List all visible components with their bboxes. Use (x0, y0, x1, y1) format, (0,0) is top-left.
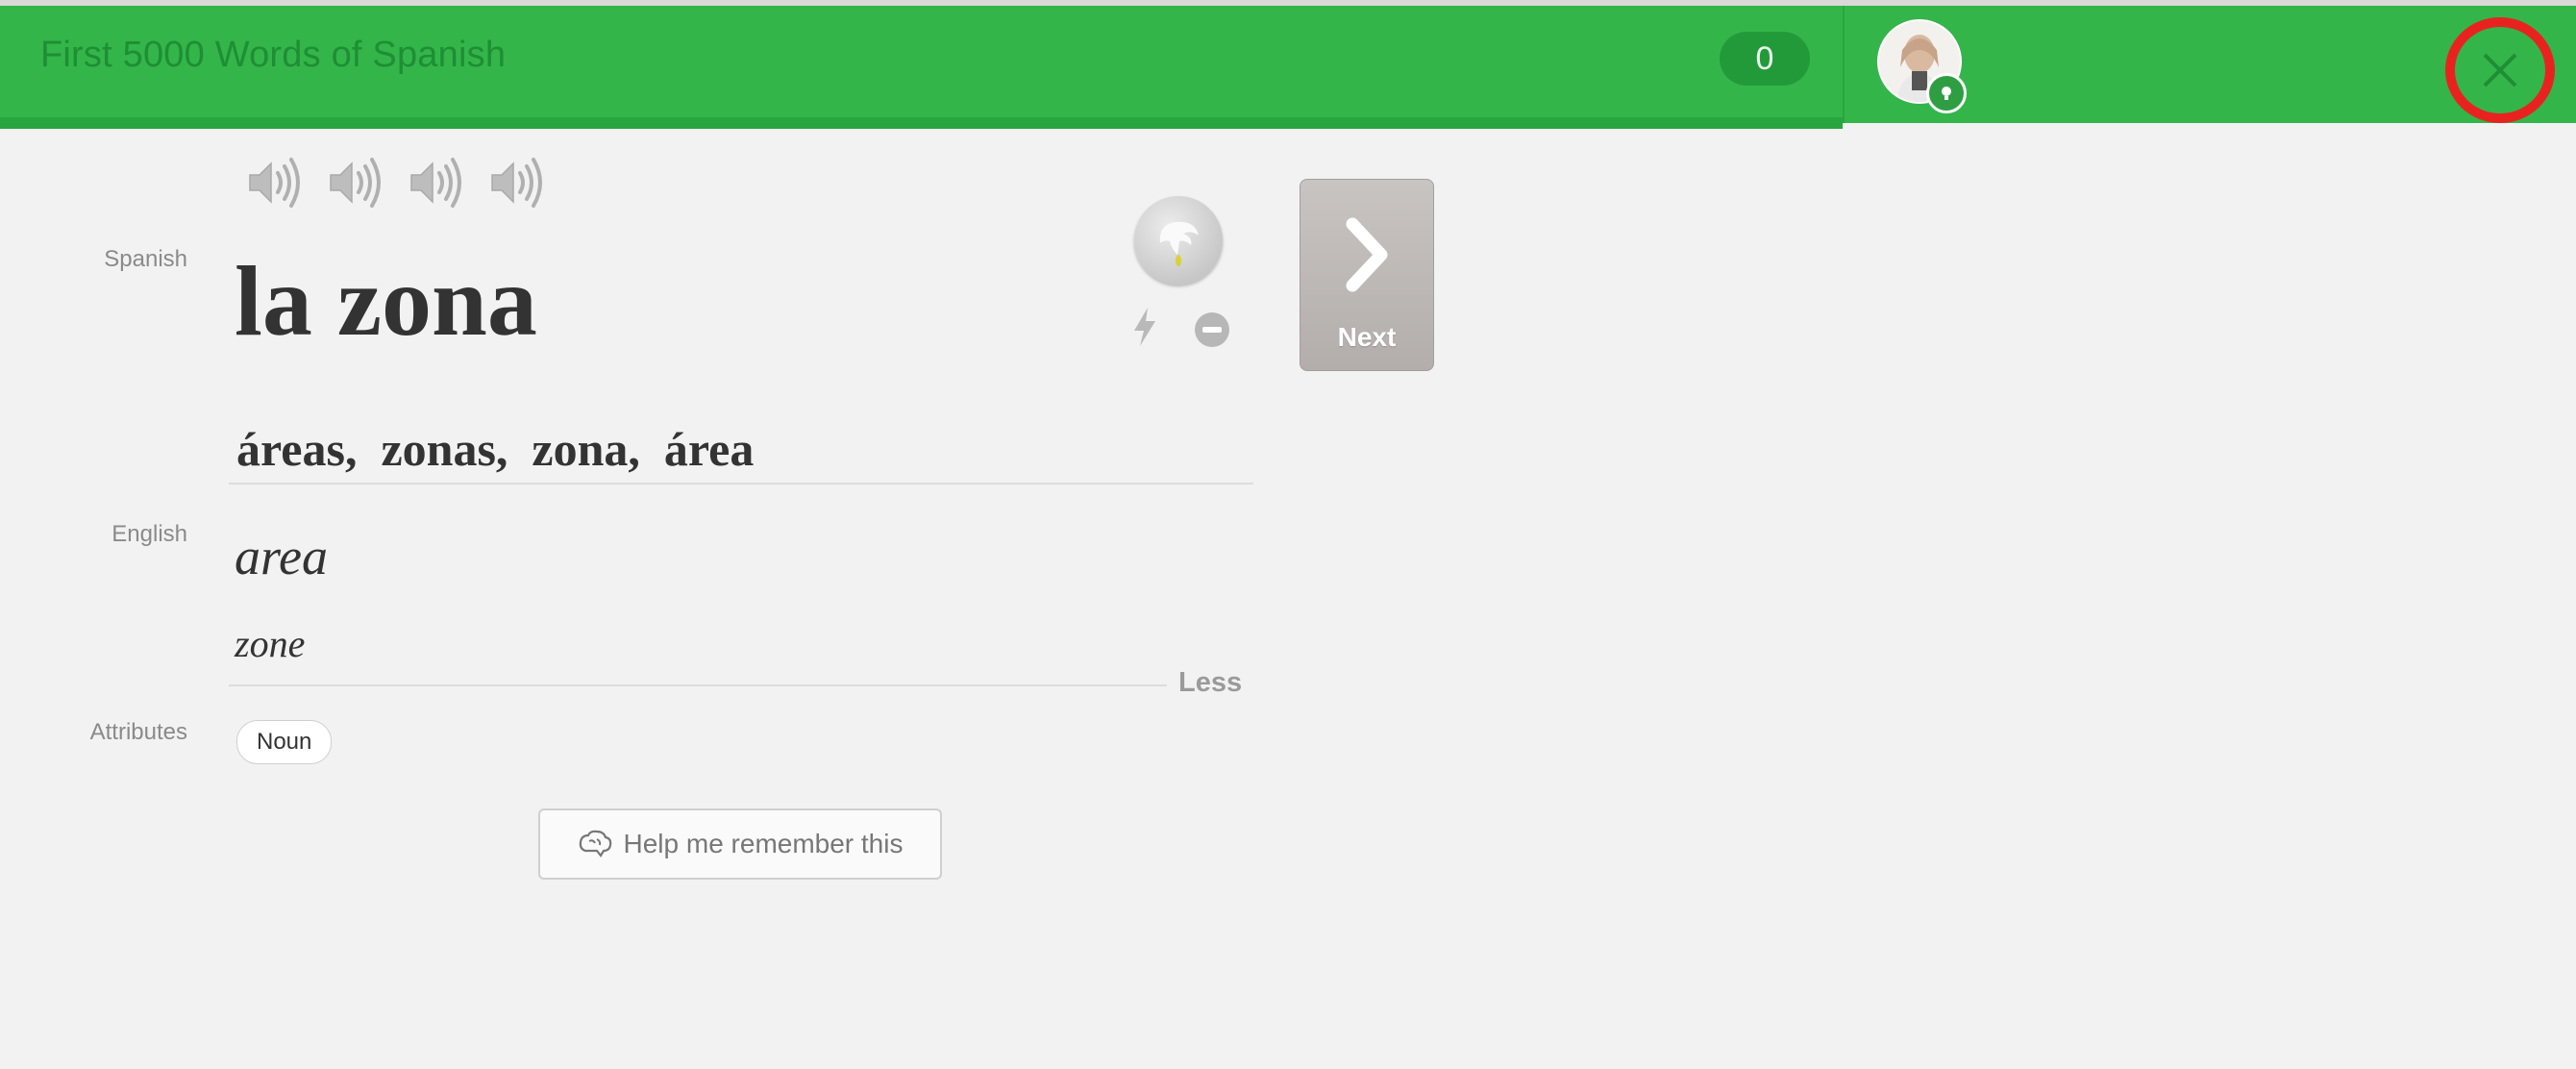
close-button[interactable] (2445, 17, 2555, 123)
audio-buttons (246, 156, 544, 210)
spanish-label: Spanish (104, 246, 187, 272)
english-primary: area (235, 528, 328, 585)
mem-icon (1159, 221, 1199, 266)
next-label: Next (1337, 322, 1397, 352)
less-link[interactable]: Less (1178, 667, 1242, 699)
attribute-tag: Noun (236, 720, 333, 764)
close-icon (2483, 53, 2517, 87)
english-label: English (111, 521, 187, 547)
speaker-icon[interactable] (246, 156, 302, 210)
speaker-icon[interactable] (488, 156, 544, 210)
speaker-icon[interactable] (327, 156, 383, 210)
english-secondary: zone (235, 622, 306, 665)
mem-button[interactable] (1134, 196, 1223, 285)
header-divider (1843, 6, 1845, 123)
course-title[interactable]: First 5000 Words of Spanish (40, 35, 506, 76)
alternative-answers: áreas, zonas, zona, área (236, 422, 755, 476)
brain-icon (579, 830, 611, 858)
next-button[interactable]: Next (1300, 179, 1434, 371)
attributes-label: Attributes (89, 719, 187, 745)
divider (229, 483, 1253, 485)
lightbulb-icon (1926, 73, 1967, 113)
ignore-icon[interactable] (1195, 312, 1229, 347)
help-label: Help me remember this (623, 829, 904, 858)
help-remember-button[interactable]: Help me remember this (538, 808, 942, 880)
divider (229, 684, 1167, 686)
lightning-icon[interactable] (1130, 306, 1159, 348)
points-badge: 0 (1720, 32, 1810, 86)
course-header: First 5000 Words of Spanish 0 (0, 6, 1843, 129)
spanish-word: la zona (235, 246, 537, 357)
speaker-icon[interactable] (408, 156, 463, 210)
top-bar: First 5000 Words of Spanish 0 (0, 6, 2576, 129)
chevron-right-icon (1346, 217, 1388, 292)
